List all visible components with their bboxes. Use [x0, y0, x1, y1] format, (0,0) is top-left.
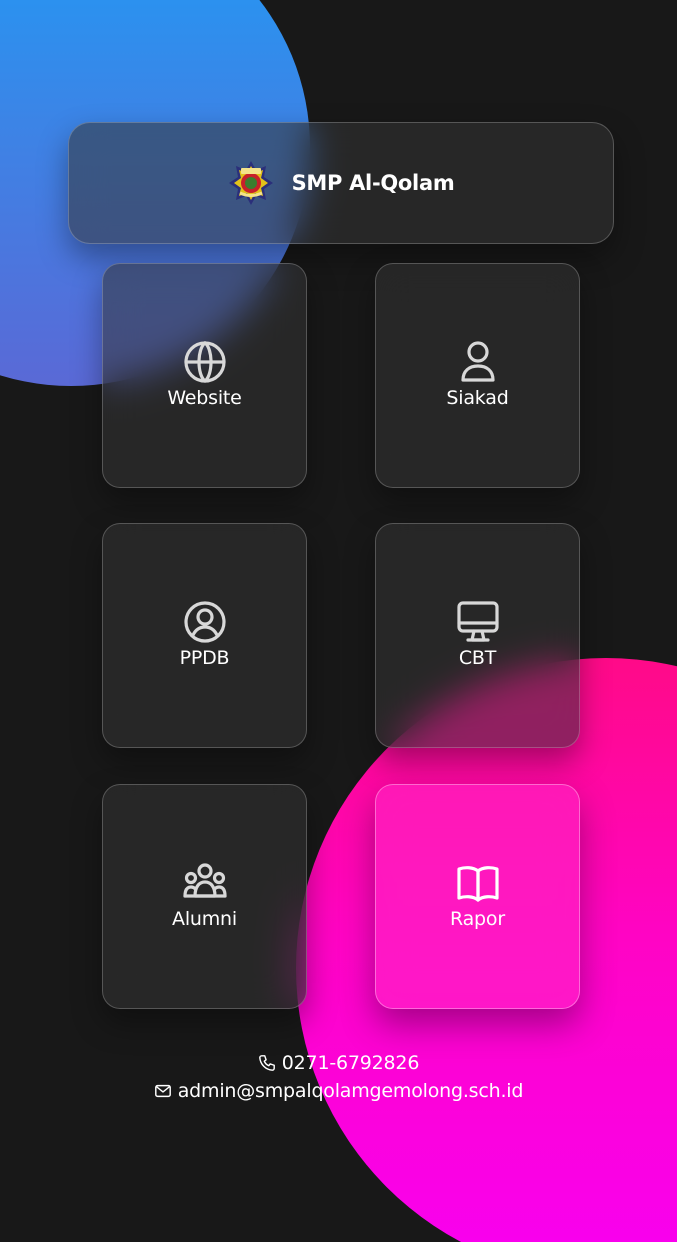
menu-card-label: Rapor: [450, 907, 505, 930]
menu-card-label: Alumni: [172, 907, 237, 930]
menu-card-label: PPDB: [179, 646, 230, 669]
monitor-icon: [455, 599, 501, 645]
user-circle-icon: [182, 599, 228, 645]
menu-card-label: Website: [167, 386, 242, 409]
menu-card-cbt[interactable]: CBT: [375, 523, 580, 748]
email-row[interactable]: admin@smpalqolamgemolong.sch.id: [154, 1080, 524, 1102]
school-emblem-icon: [228, 161, 273, 205]
open-book-icon: [455, 860, 501, 906]
phone-row[interactable]: 0271-6792826: [258, 1052, 419, 1074]
menu-card-ppdb[interactable]: PPDB: [102, 523, 307, 748]
menu-card-website[interactable]: Website: [102, 263, 307, 488]
users-group-icon: [182, 860, 228, 906]
globe-icon: [182, 339, 228, 385]
phone-icon: [258, 1055, 275, 1071]
menu-card-siakad[interactable]: Siakad: [375, 263, 580, 488]
menu-card-label: Siakad: [446, 386, 509, 409]
phone-number: 0271-6792826: [281, 1052, 420, 1074]
user-icon: [455, 339, 501, 385]
menu-card-label: CBT: [458, 646, 497, 669]
mail-icon: [154, 1084, 171, 1098]
link-hub-page: SMP Al-Qolam Website Siakad PPDB CBT Alu…: [0, 0, 677, 1242]
page-title: SMP Al-Qolam: [291, 171, 455, 195]
header-card: SMP Al-Qolam: [68, 122, 614, 244]
menu-card-alumni[interactable]: Alumni: [102, 784, 307, 1009]
email-address: admin@smpalqolamgemolong.sch.id: [177, 1080, 524, 1102]
contact-info: 0271-6792826 admin@smpalqolamgemolong.sc…: [0, 1052, 677, 1102]
menu-card-rapor[interactable]: Rapor: [375, 784, 580, 1009]
